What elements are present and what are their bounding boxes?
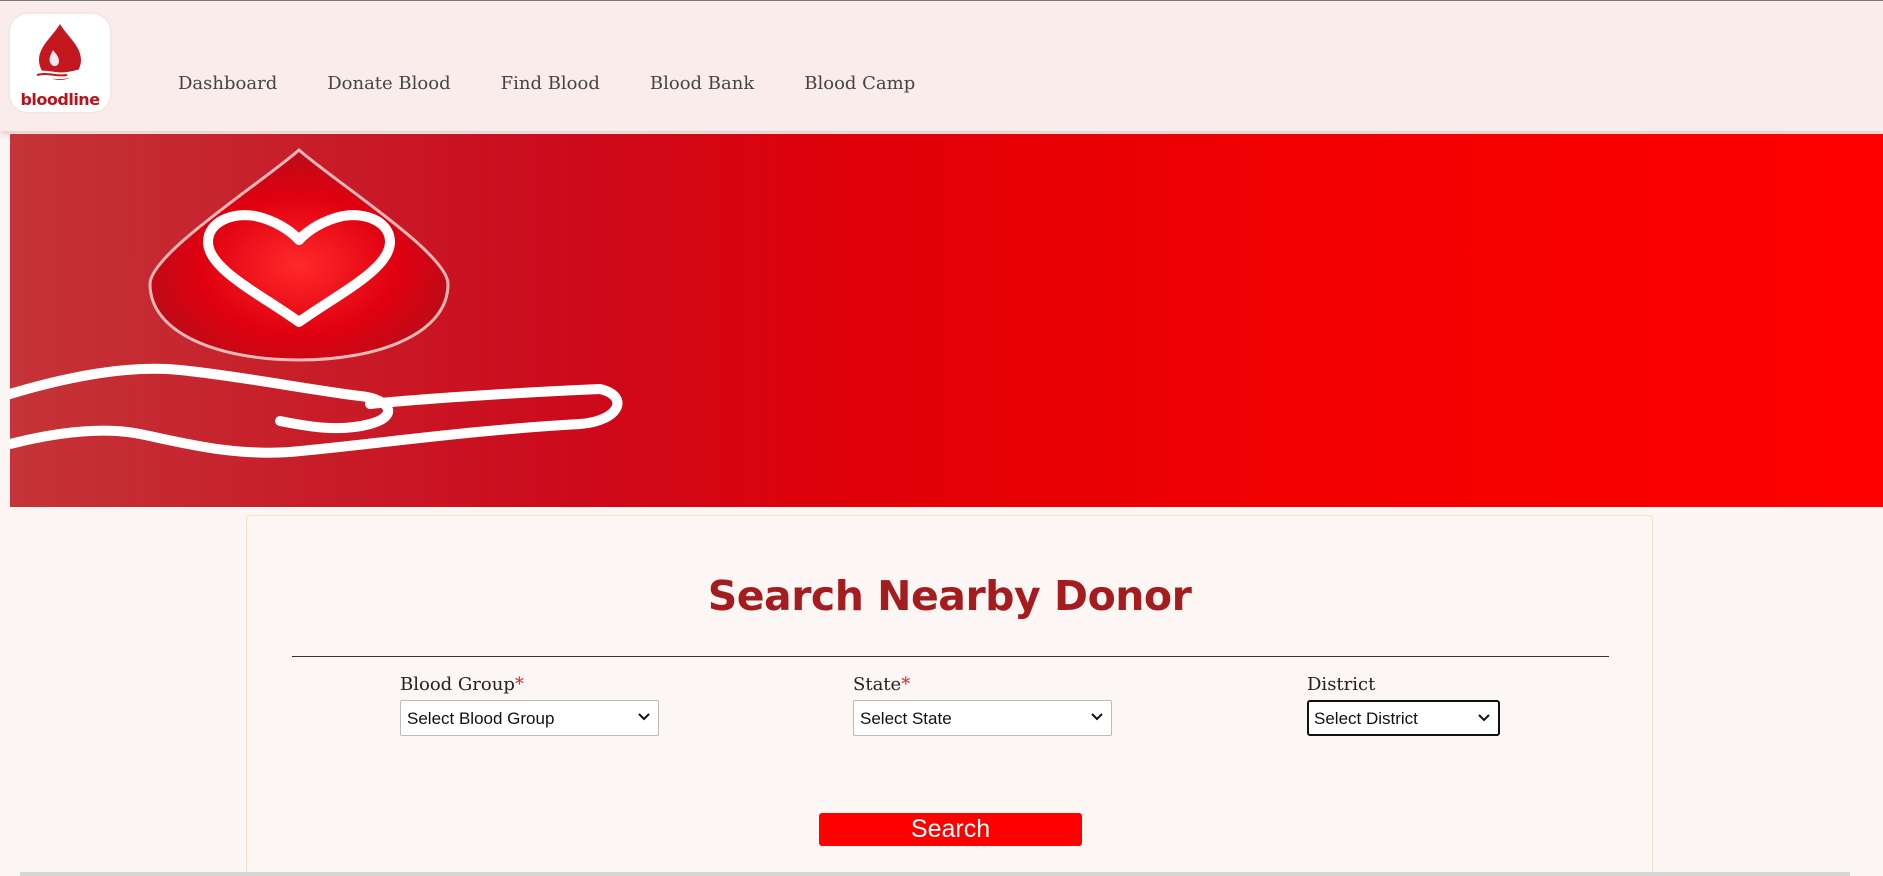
district-field: District Select District [1307,674,1500,736]
blood-drop-hand-icon [35,24,87,80]
nav-donate-blood[interactable]: Donate Blood [327,73,450,94]
required-mark: * [901,674,911,695]
district-select[interactable]: Select District [1307,700,1500,736]
search-button[interactable]: Search [819,813,1082,846]
blood-group-select-value: Select Blood Group [407,709,555,728]
title-divider [292,656,1609,657]
state-label-text: State [853,674,902,695]
required-mark: * [514,674,524,695]
chevron-down-icon [638,713,650,721]
site-header: bloodline Dashboard Donate Blood Find Bl… [0,1,1883,131]
hero-banner [10,134,1883,507]
state-field: State* Select State [853,674,1112,736]
main-nav: Dashboard Donate Blood Find Blood Blood … [178,73,965,94]
nav-find-blood[interactable]: Find Blood [501,73,600,94]
district-label: District [1307,674,1376,695]
chevron-down-icon [1091,713,1103,721]
heart-drop-icon [148,148,450,362]
nav-blood-camp[interactable]: Blood Camp [804,73,915,94]
chevron-down-icon [1478,714,1490,722]
state-select[interactable]: Select State [853,700,1112,736]
blood-group-field: Blood Group* Select Blood Group [400,674,659,736]
horizontal-scrollbar[interactable] [20,872,1850,876]
logo-text: bloodline [20,90,100,109]
blood-group-select[interactable]: Select Blood Group [400,700,659,736]
district-select-value: Select District [1314,709,1418,728]
search-title: Search Nearby Donor [707,572,1192,620]
search-donor-card: Search Nearby Donor Blood Group* Select … [246,515,1653,876]
blood-group-label-text: Blood Group [400,674,515,695]
logo[interactable]: bloodline [10,14,110,112]
state-select-value: Select State [860,709,952,728]
blood-group-label: Blood Group* [400,674,659,698]
open-hand-icon [10,363,623,458]
nav-blood-bank[interactable]: Blood Bank [650,73,754,94]
nav-dashboard[interactable]: Dashboard [178,73,277,94]
state-label: State* [853,674,1112,698]
